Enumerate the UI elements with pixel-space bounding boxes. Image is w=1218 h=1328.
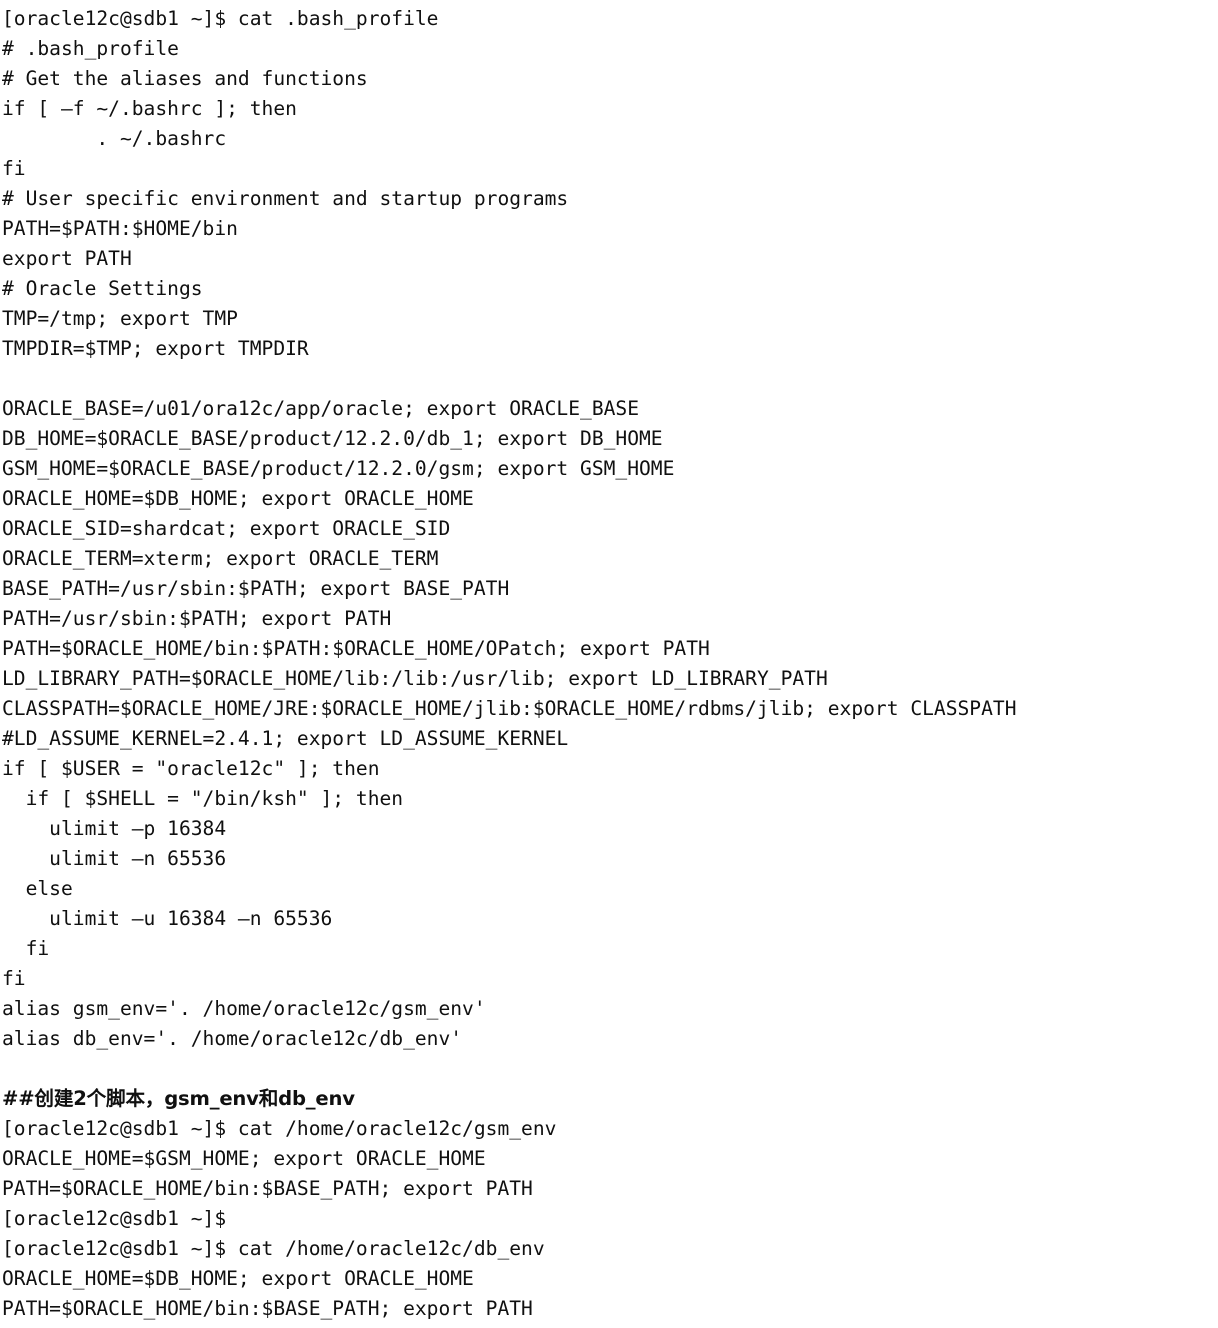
terminal-line: [oracle12c@sdb1 ~]$ cat /home/oracle12c/… [2,1117,557,1140]
terminal-line: PATH=$ORACLE_HOME/bin:$BASE_PATH; export… [2,1297,533,1320]
terminal-line: PATH=$ORACLE_HOME/bin:$PATH:$ORACLE_HOME… [2,637,710,660]
terminal-line: PATH=$ORACLE_HOME/bin:$BASE_PATH; export… [2,1177,533,1200]
terminal-line: ORACLE_HOME=$DB_HOME; export ORACLE_HOME [2,1267,474,1290]
terminal-line: TMP=/tmp; export TMP [2,307,238,330]
terminal-line: if [ –f ~/.bashrc ]; then [2,97,297,120]
terminal-line: [oracle12c@sdb1 ~]$ cat /home/oracle12c/… [2,1237,545,1260]
terminal-line: LD_LIBRARY_PATH=$ORACLE_HOME/lib:/lib:/u… [2,667,828,690]
terminal-line: DB_HOME=$ORACLE_BASE/product/12.2.0/db_1… [2,427,663,450]
terminal-line: else [2,877,73,900]
terminal-line: . ~/.bashrc [2,127,227,150]
terminal-line: TMPDIR=$TMP; export TMPDIR [2,337,309,360]
terminal-line: alias db_env='. /home/oracle12c/db_env' [2,1027,463,1050]
terminal-line: fi [2,937,50,960]
terminal-line: BASE_PATH=/usr/sbin:$PATH; export BASE_P… [2,577,510,600]
terminal-line: alias gsm_env='. /home/oracle12c/gsm_env… [2,997,486,1020]
terminal-line: #LD_ASSUME_KERNEL=2.4.1; export LD_ASSUM… [2,727,569,750]
terminal-line: ORACLE_HOME=$GSM_HOME; export ORACLE_HOM… [2,1147,486,1170]
terminal-line: CLASSPATH=$ORACLE_HOME/JRE:$ORACLE_HOME/… [2,697,1017,720]
terminal-line: # User specific environment and startup … [2,187,569,210]
terminal-line: ORACLE_HOME=$DB_HOME; export ORACLE_HOME [2,487,474,510]
terminal-line: ORACLE_TERM=xterm; export ORACLE_TERM [2,547,439,570]
terminal-line: PATH=/usr/sbin:$PATH; export PATH [2,607,392,630]
terminal-window[interactable]: [oracle12c@sdb1 ~]$ cat .bash_profile # .… [0,0,1218,1328]
terminal-line: ulimit –p 16384 [2,817,227,840]
terminal-line: ORACLE_BASE=/u01/ora12c/app/oracle; expo… [2,397,640,420]
terminal-line: fi [2,157,26,180]
terminal-line: # Get the aliases and functions [2,67,368,90]
terminal-line: ##创建2个脚本，gsm_env和db_env [2,1087,355,1110]
terminal-line: PATH=$PATH:$HOME/bin [2,217,238,240]
terminal-line: ORACLE_SID=shardcat; export ORACLE_SID [2,517,451,540]
terminal-output[interactable]: [oracle12c@sdb1 ~]$ cat .bash_profile # .… [0,0,1218,1324]
terminal-line: if [ $SHELL = "/bin/ksh" ]; then [2,787,404,810]
terminal-line: ulimit –n 65536 [2,847,227,870]
terminal-line: [oracle12c@sdb1 ~]$ cat .bash_profile [2,7,439,30]
terminal-line: export PATH [2,247,132,270]
terminal-line: ulimit –u 16384 –n 65536 [2,907,333,930]
terminal-line: # .bash_profile [2,37,179,60]
terminal-line: fi [2,967,26,990]
terminal-line: # Oracle Settings [2,277,203,300]
terminal-line: [oracle12c@sdb1 ~]$ [2,1207,227,1230]
terminal-line: if [ $USER = "oracle12c" ]; then [2,757,380,780]
terminal-line: GSM_HOME=$ORACLE_BASE/product/12.2.0/gsm… [2,457,675,480]
